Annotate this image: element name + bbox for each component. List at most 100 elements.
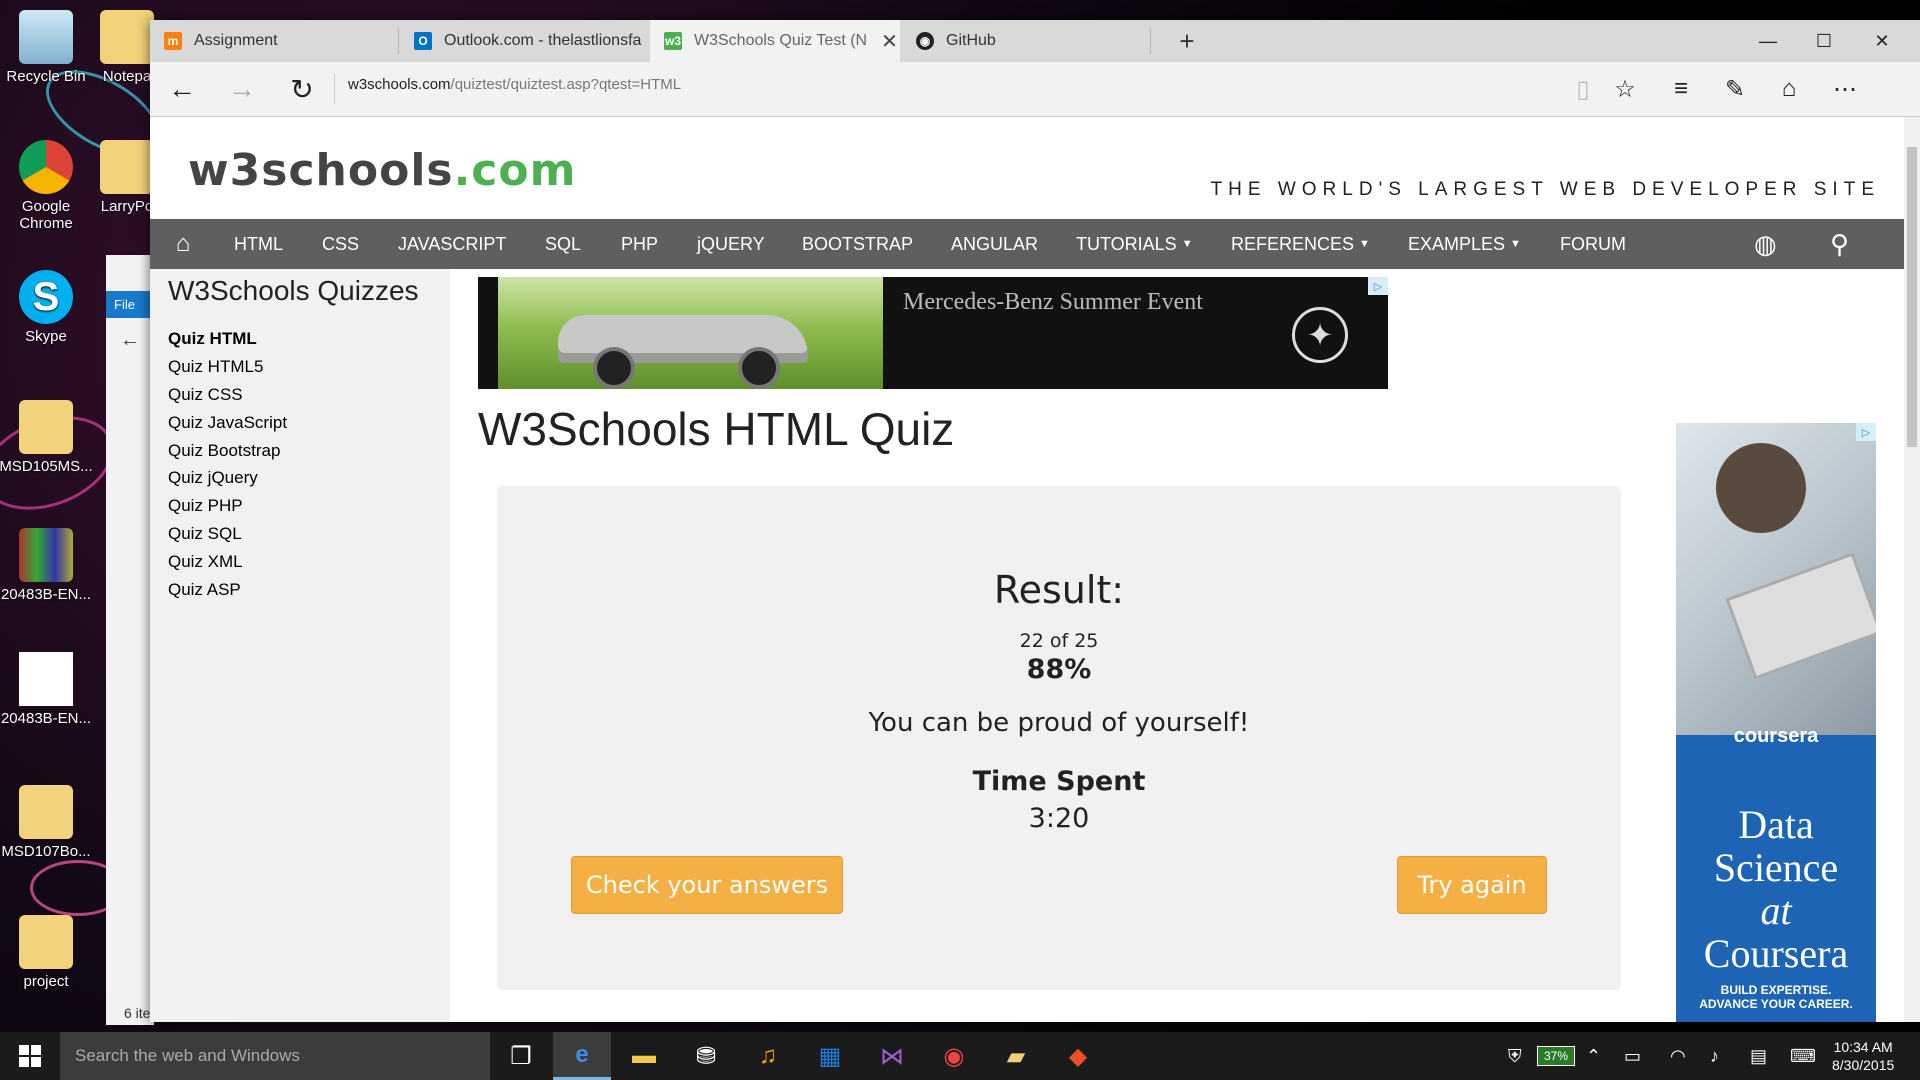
moodle-icon: m: [164, 32, 182, 50]
home-icon[interactable]: ⌂: [168, 219, 198, 269]
coursera-logo: coursera: [1733, 725, 1819, 747]
reading-view-icon[interactable]: ▯: [1564, 72, 1602, 106]
banner-ad[interactable]: Mercedes-Benz Summer Event ✦ ▷: [478, 277, 1388, 389]
desktop-icon-label: project: [23, 973, 69, 990]
nav-javascript[interactable]: JAVASCRIPT: [398, 219, 506, 269]
page-scrollbar[interactable]: [1904, 117, 1920, 1022]
more-icon[interactable]: ⋯: [1826, 72, 1864, 106]
web-note-icon[interactable]: ✎: [1716, 72, 1754, 106]
file-explorer-window[interactable]: File ← 6 ite: [106, 255, 154, 1025]
url-field[interactable]: w3schools.com/quiztest/quiztest.asp?qtes…: [348, 76, 681, 93]
nav-forum[interactable]: FORUM: [1560, 219, 1626, 269]
tab-github[interactable]: ◉ GitHub: [902, 20, 1152, 62]
nav-examples[interactable]: EXAMPLES ▼: [1408, 219, 1521, 269]
sidebar-item-quiz-html5[interactable]: Quiz HTML5: [168, 357, 263, 377]
visual-studio-icon[interactable]: ⋈: [863, 1032, 921, 1080]
desktop-icon-chrome[interactable]: Google Chrome: [0, 140, 96, 232]
calendar-app-icon[interactable]: ▦: [801, 1032, 859, 1080]
w3schools-logo[interactable]: w3schools.com: [188, 145, 576, 196]
chevron-up-icon[interactable]: ⌃: [1586, 1032, 1601, 1080]
close-window-button[interactable]: ✕: [1854, 20, 1910, 62]
nav-php[interactable]: PHP: [621, 219, 658, 269]
sidebar-item-quiz-sql[interactable]: Quiz SQL: [168, 524, 242, 544]
adchoices-icon[interactable]: ▷: [1856, 423, 1876, 441]
edge-icon[interactable]: e: [553, 1032, 611, 1080]
nav-html[interactable]: HTML: [234, 219, 283, 269]
ad-subline-1: BUILD EXPERTISE.: [1720, 983, 1832, 997]
new-tab-button[interactable]: +: [1165, 20, 1209, 62]
share-icon[interactable]: ⌂: [1770, 72, 1808, 106]
folder-taskbar-icon[interactable]: ▰: [987, 1032, 1045, 1080]
hub-icon[interactable]: ≡: [1662, 72, 1700, 106]
minimize-button[interactable]: —: [1740, 20, 1796, 62]
nav-references[interactable]: REFERENCES ▼: [1231, 219, 1370, 269]
nav-sql[interactable]: SQL: [545, 219, 581, 269]
file-explorer-icon[interactable]: ▬: [615, 1032, 673, 1080]
battery-indicator[interactable]: 37%: [1537, 1046, 1575, 1066]
sidebar-item-quiz-php[interactable]: Quiz PHP: [168, 496, 243, 516]
sidebar-ad[interactable]: ▷ coursera Data Science at Coursera BUIL…: [1676, 423, 1876, 1022]
sidebar-item-quiz-bootstrap[interactable]: Quiz Bootstrap: [168, 441, 280, 461]
sidebar-item-quiz-javascript[interactable]: Quiz JavaScript: [168, 413, 287, 433]
car-wheel: [738, 347, 780, 389]
nav-jquery[interactable]: jQUERY: [697, 219, 765, 269]
start-button[interactable]: [0, 1032, 60, 1080]
tab-outlook[interactable]: O Outlook.com - thelastlionsfa: [400, 20, 650, 62]
desktop-icon-recycle-bin[interactable]: Recycle Bin: [0, 10, 96, 85]
ad-headline-line: Coursera: [1703, 931, 1849, 976]
maximize-button[interactable]: ☐: [1796, 20, 1852, 62]
forward-button[interactable]: →: [222, 70, 262, 108]
tab-w3schools[interactable]: w3 W3Schools Quiz Test (N ✕: [650, 20, 900, 62]
sidebar-item-quiz-xml[interactable]: Quiz XML: [168, 552, 243, 572]
keyboard-icon[interactable]: ⌨: [1790, 1032, 1816, 1080]
scrollbar-thumb[interactable]: [1907, 147, 1917, 447]
check-answers-button[interactable]: Check your answers: [571, 856, 843, 914]
defender-icon[interactable]: ⛨: [1508, 1032, 1522, 1080]
ad-headline: Data Science at Coursera: [1676, 803, 1876, 975]
sidebar-item-quiz-html[interactable]: Quiz HTML: [168, 329, 257, 349]
desktop-icon-project[interactable]: project: [0, 915, 96, 990]
url-host: w3schools.com: [348, 76, 451, 93]
nav-angular[interactable]: ANGULAR: [951, 219, 1038, 269]
power-icon[interactable]: ▭: [1624, 1032, 1641, 1080]
sidebar-item-quiz-jquery[interactable]: Quiz jQuery: [168, 468, 258, 488]
desktop-icon-archive[interactable]: 20483B-EN...: [0, 528, 96, 603]
git-icon[interactable]: ◆: [1049, 1032, 1107, 1080]
tab-assignment[interactable]: m Assignment: [150, 20, 398, 62]
explorer-file-tab[interactable]: File: [106, 291, 154, 318]
wifi-icon[interactable]: ◠: [1670, 1032, 1686, 1080]
winrar-icon: [19, 528, 73, 582]
sidebar-item-quiz-css[interactable]: Quiz CSS: [168, 385, 243, 405]
ad-subline-2: ADVANCE YOUR CAREER.: [1699, 997, 1853, 1011]
close-icon[interactable]: ✕: [881, 29, 898, 54]
desktop-icon-skype[interactable]: S Skype: [0, 270, 96, 345]
nav-css[interactable]: CSS: [322, 219, 359, 269]
notifications-icon[interactable]: ▤: [1750, 1032, 1767, 1080]
nav-tutorials[interactable]: TUTORIALS ▼: [1076, 219, 1193, 269]
search-icon[interactable]: ⚲: [1830, 219, 1849, 269]
task-view-icon[interactable]: ❐: [492, 1032, 550, 1080]
store-icon[interactable]: ⛃: [677, 1032, 735, 1080]
desktop-icon-pdf[interactable]: 20483B-EN...: [0, 652, 96, 727]
volume-icon[interactable]: ♪: [1710, 1032, 1719, 1080]
chrome-taskbar-icon[interactable]: ◉: [925, 1032, 983, 1080]
quiz-sidebar: W3Schools Quizzes Quiz HTML Quiz HTML5 Q…: [150, 269, 450, 1022]
back-button[interactable]: ←: [162, 70, 202, 108]
adchoices-icon[interactable]: ▷: [1368, 277, 1388, 295]
tagline: THE WORLD'S LARGEST WEB DEVELOPER SITE: [1210, 179, 1880, 200]
globe-icon[interactable]: ◍: [1754, 219, 1777, 269]
desktop-icon-msd105[interactable]: MSD105MS...: [0, 400, 96, 475]
sidebar-item-quiz-asp[interactable]: Quiz ASP: [168, 580, 241, 600]
logo-main: w3schools: [188, 145, 454, 196]
taskbar-search[interactable]: Search the web and Windows: [60, 1032, 490, 1080]
back-arrow-icon[interactable]: ←: [120, 329, 140, 352]
try-again-button[interactable]: Try again: [1397, 856, 1547, 914]
caret-down-icon: ▼: [1510, 238, 1521, 250]
headphones-app-icon[interactable]: ♫: [739, 1032, 797, 1080]
clock[interactable]: 10:34 AM 8/30/2015: [1832, 1038, 1894, 1074]
car-wheel: [593, 347, 635, 389]
favorite-star-icon[interactable]: ☆: [1606, 72, 1644, 106]
desktop-icon-msd107[interactable]: MSD107Bo...: [0, 785, 96, 860]
refresh-button[interactable]: ↻: [282, 70, 322, 108]
nav-bootstrap[interactable]: BOOTSTRAP: [802, 219, 913, 269]
